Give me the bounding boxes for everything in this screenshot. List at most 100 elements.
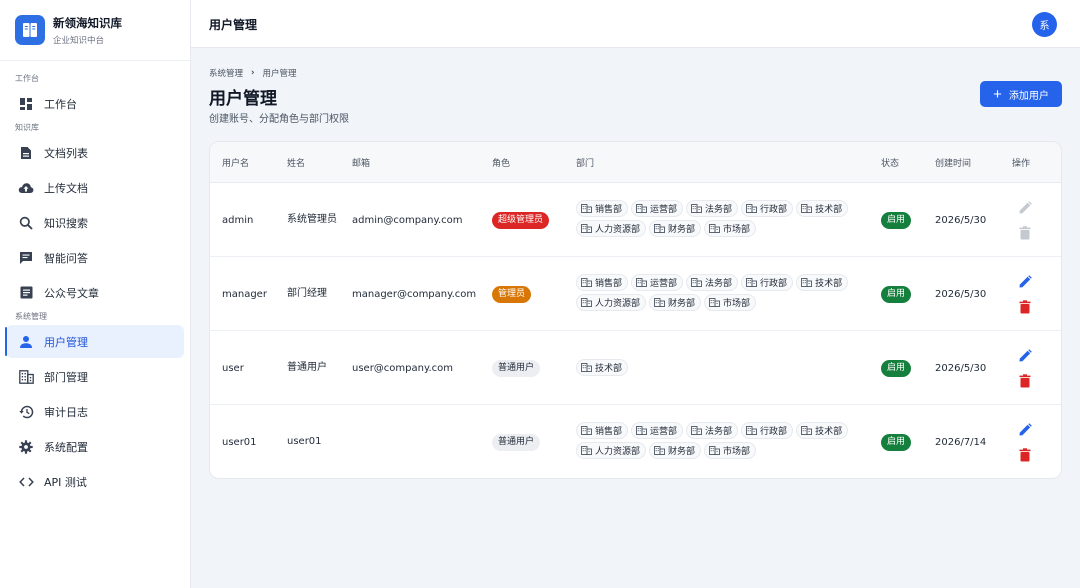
breadcrumb: 系统管理 › 用户管理 [209, 67, 297, 79]
sidebar-item[interactable]: API 测试 [6, 465, 184, 498]
status-badge: 启用 [881, 359, 912, 377]
dept-tag: 运营部 [631, 274, 684, 291]
table-row: user 普通用户 user@company.com 普通用户 技术部 启用 2026/5/… [210, 331, 1061, 405]
dept-tag: 销售部 [576, 200, 629, 217]
search-icon [18, 215, 34, 231]
sidebar-item[interactable]: 用户管理 [5, 325, 184, 358]
edit-icon[interactable] [1017, 422, 1033, 438]
chat-icon [18, 250, 34, 266]
dept-tag: 市场部 [704, 294, 757, 311]
status-cell: 启用 [881, 257, 912, 331]
sidebar-item[interactable]: 文档列表 [6, 136, 184, 169]
sidebar-item-label: 审计日志 [44, 405, 88, 419]
breadcrumb-parent[interactable]: 系统管理 [209, 67, 243, 79]
gear-icon [18, 439, 34, 455]
building-icon [581, 363, 595, 372]
chevron-right-icon: › [251, 68, 255, 78]
building-icon [581, 446, 595, 455]
sidebar-item-label: 用户管理 [44, 335, 88, 349]
sidebar-item[interactable]: 工作台 [6, 87, 184, 120]
dept-tag-label: 市场部 [723, 299, 751, 309]
table-row: admin 系统管理员 admin@company.com 超级管理员 销售部 运营部 法务… [210, 183, 1061, 257]
table-header: 用户名 姓名 邮箱 角色 部门 状态 创建时间 操作 [210, 142, 1061, 183]
edit-icon [1017, 200, 1033, 216]
building-icon [709, 298, 723, 307]
topbar-title: 用户管理 [209, 18, 258, 32]
sidebar-item-label: 智能问答 [44, 251, 88, 265]
username-cell: user01 [222, 436, 257, 448]
dept-tags: 技术部 [576, 359, 866, 376]
delete-icon[interactable] [1017, 373, 1033, 389]
building-icon [691, 426, 705, 435]
dept-tag: 行政部 [741, 200, 794, 217]
dept-tag-label: 技术部 [815, 279, 843, 289]
dept-tag-label: 运营部 [650, 279, 678, 289]
column-header: 用户名 [222, 159, 250, 169]
add-user-label: 添加用户 [1008, 90, 1049, 102]
dept-tag: 财务部 [649, 220, 702, 237]
dept-tag: 技术部 [796, 422, 849, 439]
sidebar-item[interactable]: 智能问答 [6, 241, 184, 274]
created-time-cell: 2026/5/30 [935, 362, 987, 374]
sidebar-nav: 工作台 工作台 知识库 文档列表 上传文档 知识搜索 智能问答 公众号文章 系统管理 用户管理 部门… [0, 61, 190, 498]
delete-icon[interactable] [1017, 299, 1033, 315]
sidebar-item[interactable]: 公众号文章 [6, 276, 184, 309]
status-badge: 启用 [881, 285, 912, 303]
status-cell: 启用 [881, 405, 912, 478]
breadcrumb-current: 用户管理 [262, 69, 297, 79]
building-icon [636, 278, 650, 287]
building-icon [801, 204, 815, 213]
email-cell: user@company.com [352, 362, 454, 374]
dept-tag-label: 行政部 [760, 427, 788, 437]
edit-icon[interactable] [1017, 348, 1033, 364]
delete-icon[interactable] [1017, 447, 1033, 463]
username-cell: manager [222, 288, 267, 300]
dept-tag: 技术部 [576, 359, 629, 376]
users-table: 用户名 姓名 邮箱 角色 部门 状态 创建时间 操作 admin 系统管理员 admin@comp… [209, 141, 1062, 479]
name-cell: 系统管理员 [287, 214, 337, 225]
avatar[interactable]: 系 [1032, 12, 1057, 37]
status-badge: 启用 [881, 433, 912, 451]
building-icon [654, 224, 668, 233]
book-logo-icon [15, 15, 45, 45]
history-icon [18, 404, 34, 420]
sidebar-item-label: 工作台 [44, 97, 77, 111]
sidebar-item-label: 文档列表 [44, 146, 88, 160]
sidebar-item[interactable]: 部门管理 [6, 360, 184, 393]
building-icon [654, 446, 668, 455]
building-icon [636, 204, 650, 213]
edit-icon[interactable] [1017, 274, 1033, 290]
dept-tag: 行政部 [741, 274, 794, 291]
column-header: 邮箱 [352, 159, 371, 169]
row-actions [1016, 405, 1034, 478]
dept-tags: 销售部 运营部 法务部 行政部 技术部 人力资源部 财务部 市场部 [576, 200, 866, 237]
building-icon [709, 446, 723, 455]
sidebar-item[interactable]: 系统配置 [6, 430, 184, 463]
role-badge: 超级管理员 [492, 211, 550, 229]
created-time-cell: 2026/5/30 [935, 214, 987, 226]
brand-title: 新领海知识库 [53, 15, 122, 30]
table-row: user01 user01 普通用户 销售部 运营部 法务部 行政部 技术部 人力资源部 财务部 市… [210, 405, 1061, 478]
status-badge: 启用 [881, 211, 912, 229]
dept-tag-label: 行政部 [760, 205, 788, 215]
sidebar-item-label: API 测试 [44, 475, 87, 489]
dept-tag: 技术部 [796, 274, 849, 291]
name-cell: 部门经理 [287, 288, 327, 299]
row-actions [1016, 257, 1034, 331]
username-cell: user [222, 362, 244, 374]
add-user-button[interactable]: + 添加用户 [980, 81, 1062, 107]
sidebar-item[interactable]: 审计日志 [6, 395, 184, 428]
dept-tag: 技术部 [796, 200, 849, 217]
sidebar-item[interactable]: 上传文档 [6, 171, 184, 204]
dept-tag: 法务部 [686, 200, 739, 217]
table-row: manager 部门经理 manager@company.com 管理员 销售部 运营部 法… [210, 257, 1061, 331]
sidebar-item[interactable]: 知识搜索 [6, 206, 184, 239]
building-icon [581, 278, 595, 287]
dept-tag-label: 人力资源部 [595, 447, 641, 457]
name-cell: user01 [287, 436, 322, 447]
dept-tag-label: 财务部 [668, 225, 696, 235]
dept-tag: 运营部 [631, 422, 684, 439]
code-icon [18, 474, 34, 490]
building-icon [746, 426, 760, 435]
brand: 新领海知识库 企业知识中台 [0, 0, 190, 61]
